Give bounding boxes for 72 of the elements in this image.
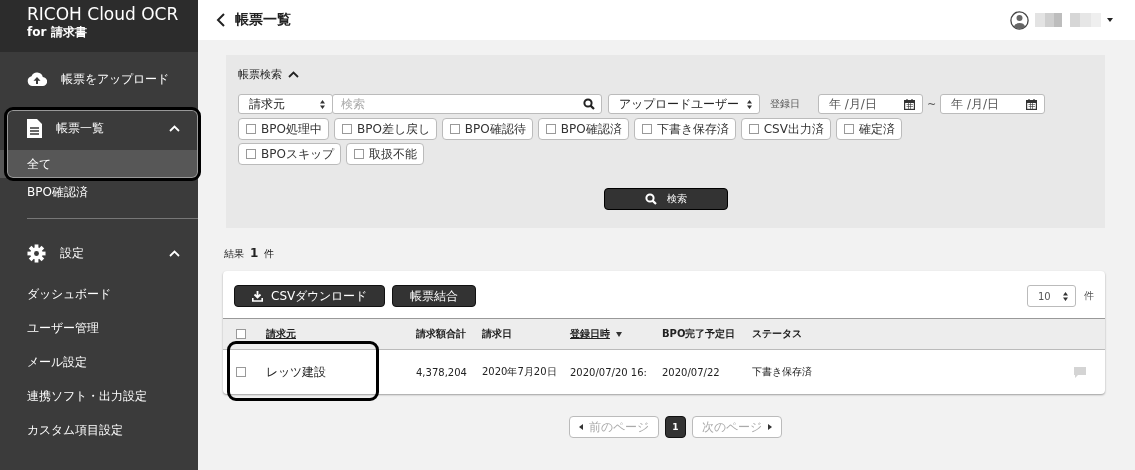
filter-checkbox[interactable]: 確定済: [835, 118, 902, 140]
toolbar-button[interactable]: 帳票結合: [392, 285, 477, 307]
chevron-icon: [169, 249, 180, 257]
sidebar-subitem[interactable]: ユーザー管理: [0, 311, 198, 345]
page-size-unit: 件: [1084, 289, 1094, 303]
filter-checkbox[interactable]: BPOスキップ: [238, 143, 341, 165]
sidebar-subitem[interactable]: メール設定: [0, 345, 198, 379]
brand-title: RICOH Cloud OCR: [27, 5, 179, 24]
gear-icon: [27, 243, 46, 263]
date-field[interactable]: 年 /月/日: [818, 94, 923, 114]
table-cell-text: レッツ建設: [266, 363, 327, 381]
date-label: 登録日: [770, 97, 800, 111]
column-header[interactable]: 請求元: [266, 327, 296, 341]
user-select[interactable]: アップロードユーザー: [608, 94, 760, 114]
column-header: 請求額合計: [416, 327, 466, 341]
sidebar-item[interactable]: 設定: [0, 235, 198, 271]
table-cell-text: 2020年7月20日: [482, 365, 558, 379]
caret-icon[interactable]: [1107, 18, 1113, 22]
search-icon: [644, 193, 657, 205]
back-icon[interactable]: [216, 13, 225, 27]
filter-checkbox[interactable]: BPO確認済: [537, 118, 629, 140]
avatar-icon[interactable]: [1010, 10, 1029, 30]
collapse-icon: [288, 71, 299, 78]
date-field[interactable]: 年 /月/日: [940, 94, 1046, 114]
select-all-checkbox[interactable]: [236, 329, 246, 339]
table-cell-text: 2020/07/20 16:: [570, 366, 648, 378]
filter-checkbox[interactable]: CSV出力済: [740, 118, 831, 140]
table-cell-text: 下書き保存済: [752, 365, 813, 379]
cloud-upload-icon: [27, 72, 47, 86]
filter-checkbox[interactable]: 取扱不能: [345, 143, 424, 165]
page-number-button[interactable]: 1: [665, 416, 686, 438]
right-triangle-icon: [767, 424, 772, 430]
filter-checkbox[interactable]: BPO確認待: [441, 118, 533, 140]
column-header: ステータス: [752, 327, 802, 341]
page-title: 帳票一覧: [235, 11, 292, 29]
toolbar-button[interactable]: CSVダウンロード: [234, 285, 386, 307]
results-count: 1: [250, 246, 259, 260]
brand-subtitle: for 請求書: [27, 24, 87, 41]
filter-checkbox[interactable]: BPO処理中: [238, 118, 329, 140]
left-triangle-icon: [579, 424, 584, 430]
search-icon: [583, 98, 595, 110]
blurred-name-drawing: [1035, 13, 1101, 27]
column-header[interactable]: 登録日時: [570, 327, 610, 341]
results-label: 結果: [224, 247, 244, 261]
sidebar-item[interactable]: 帳票をアップロード: [0, 61, 198, 97]
table-cell-text: 2020/07/22: [662, 366, 721, 378]
sidebar-subitem[interactable]: BPO確認済: [0, 178, 198, 206]
row-checkbox[interactable]: [236, 367, 246, 377]
range-separator: ~: [927, 97, 937, 111]
download-icon: [252, 290, 263, 302]
search-button[interactable]: 検索: [603, 188, 728, 210]
calendar-icon: [1026, 98, 1038, 110]
updown-icon: [1063, 291, 1068, 301]
document-icon: [27, 118, 42, 138]
updown-icon: [747, 99, 752, 109]
chevron-icon: [169, 124, 180, 132]
calendar-icon: [904, 98, 915, 110]
sidebar-subitem[interactable]: カスタム項目設定: [0, 413, 198, 447]
sidebar-item[interactable]: 帳票一覧: [0, 110, 198, 146]
column-header: 請求日: [482, 327, 512, 341]
field-select[interactable]: 請求元: [238, 94, 333, 114]
results-unit: 件: [264, 247, 275, 261]
updown-icon: [320, 99, 325, 109]
panel-title: 帳票検索: [238, 67, 282, 82]
sidebar-subitem[interactable]: 全て: [0, 150, 198, 178]
filter-checkbox[interactable]: 下書き保存済: [633, 118, 736, 140]
column-header: BPO完了予定日: [662, 327, 736, 341]
sidebar-subitem[interactable]: 連携ソフト・出力設定: [0, 379, 198, 413]
table-cell-text: 4,378,204: [416, 366, 468, 378]
sidebar-subitem[interactable]: ダッシュボード: [0, 277, 198, 311]
filter-checkbox[interactable]: BPO差し戻し: [333, 118, 437, 140]
page-size-select[interactable]: 10: [1027, 285, 1076, 307]
